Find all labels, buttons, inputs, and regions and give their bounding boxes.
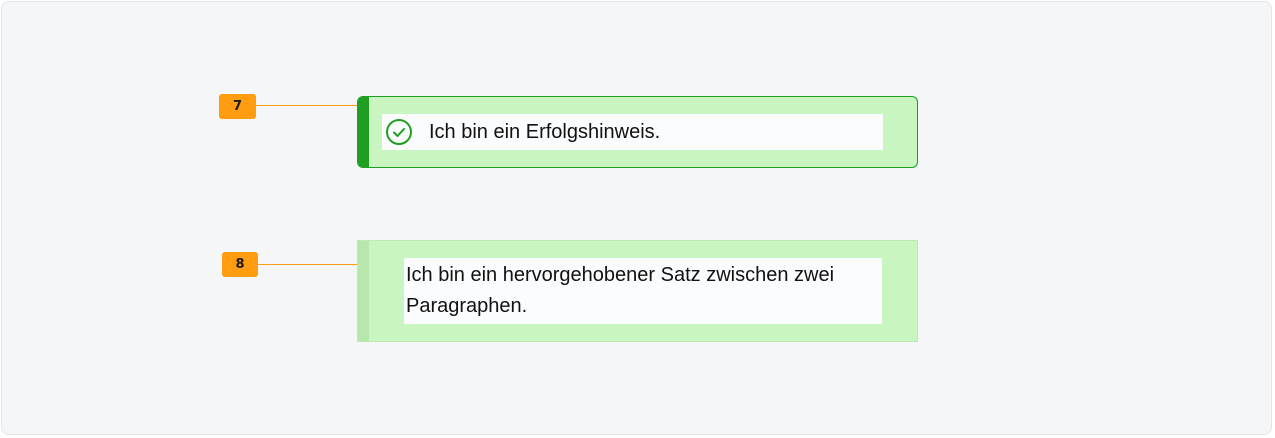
highlighted-sentence-content: Ich bin ein hervorgehobener Satz zwische… — [404, 258, 882, 324]
highlight-accent-bar — [358, 241, 369, 341]
highlighted-sentence-text: Ich bin ein hervorgehobener Satz zwische… — [406, 264, 835, 317]
success-alert-message: Ich bin ein Erfolgshinweis. — [429, 121, 661, 143]
annotation-marker-7: 7 — [219, 94, 256, 119]
preview-canvas — [1, 1, 1272, 435]
success-accent-bar — [358, 97, 369, 167]
annotation-marker-8: 8 — [222, 252, 258, 277]
success-alert-content: Ich bin ein Erfolgshinweis. — [382, 114, 883, 150]
check-circle-icon — [385, 118, 413, 146]
highlighted-sentence-block: Ich bin ein hervorgehobener Satz zwische… — [357, 240, 918, 342]
success-alert: Ich bin ein Erfolgshinweis. — [357, 96, 918, 168]
